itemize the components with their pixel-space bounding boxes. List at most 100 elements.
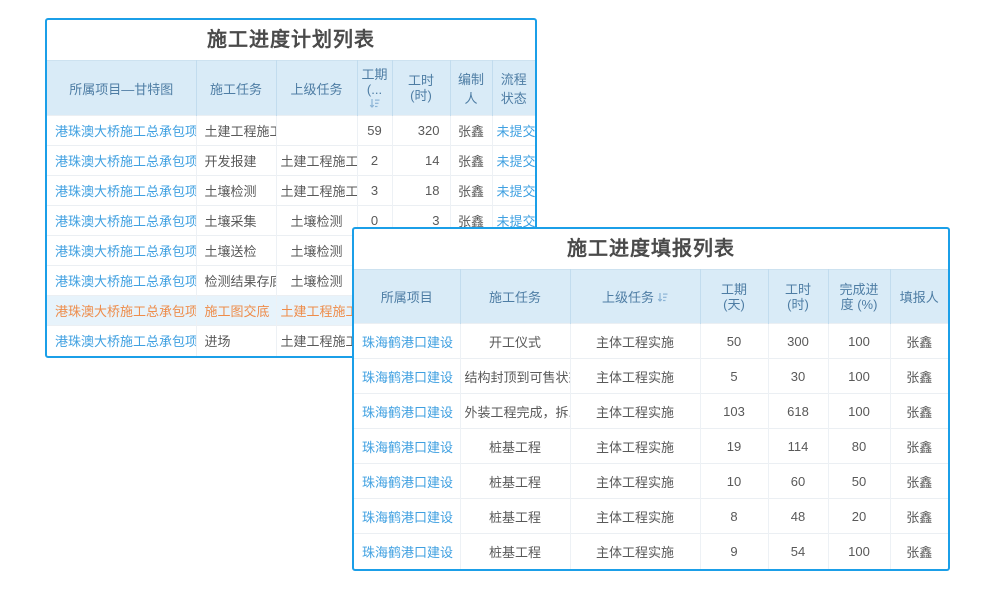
col-parent-task[interactable]: 上级任务 xyxy=(570,270,700,324)
cell-progress: 100 xyxy=(828,359,890,394)
cell-duration: 19 xyxy=(700,429,768,464)
cell-reporter: 张鑫 xyxy=(890,394,948,429)
cell-task: 开工仪式 xyxy=(460,324,570,359)
status-link[interactable]: 未提交 xyxy=(497,154,536,169)
report-list-title: 施工进度填报列表 xyxy=(354,229,948,269)
report-list-panel: 施工进度填报列表 所属项目 施工任务 上级任务 工期 (天) 工时 (时) xyxy=(352,227,950,571)
col-duration[interactable]: 工期 (... xyxy=(357,61,392,116)
cell-task: 桩基工程 xyxy=(460,534,570,569)
cell-hours: 18 xyxy=(392,176,450,206)
project-link[interactable]: 港珠澳大桥施工总承包项目 xyxy=(55,334,196,349)
cell-task: 检测结果存底 xyxy=(196,266,276,296)
col-hours: 工时 (时) xyxy=(768,270,828,324)
project-link[interactable]: 珠海鹤港口建设 xyxy=(362,405,453,420)
cell-compiler: 张鑫 xyxy=(450,146,492,176)
table-row: 珠海鹤港口建设 桩基工程 主体工程实施 9 54 100 张鑫 xyxy=(354,534,948,569)
cell-parent: 土建工程施工 xyxy=(276,176,357,206)
cell-project: 珠海鹤港口建设 xyxy=(354,499,460,534)
project-link[interactable]: 珠海鹤港口建设 xyxy=(362,335,453,350)
cell-duration: 50 xyxy=(700,324,768,359)
cell-parent: 土壤检测 xyxy=(276,236,357,266)
cell-hours: 114 xyxy=(768,429,828,464)
col-hours: 工时 (时) xyxy=(392,61,450,116)
project-link[interactable]: 港珠澳大桥施工总承包项目 xyxy=(55,214,196,229)
cell-task: 结构封顶到可售状态 xyxy=(460,359,570,394)
col-duration-label: 工期 xyxy=(361,67,389,82)
table-row: 珠海鹤港口建设 桩基工程 主体工程实施 10 60 50 张鑫 xyxy=(354,464,948,499)
col-task: 施工任务 xyxy=(196,61,276,116)
cell-duration: 10 xyxy=(700,464,768,499)
table-row: 珠海鹤港口建设 外装工程完成，拆... 主体工程实施 103 618 100 张… xyxy=(354,394,948,429)
cell-status: 未提交 xyxy=(492,176,535,206)
cell-reporter: 张鑫 xyxy=(890,324,948,359)
sort-icon[interactable] xyxy=(361,98,389,110)
project-link[interactable]: 珠海鹤港口建设 xyxy=(362,545,453,560)
cell-project: 港珠澳大桥施工总承包项目 xyxy=(47,266,196,296)
project-link[interactable]: 港珠澳大桥施工总承包项目 xyxy=(55,244,196,259)
cell-project: 珠海鹤港口建设 xyxy=(354,324,460,359)
cell-progress: 100 xyxy=(828,324,890,359)
col-reporter: 填报人 xyxy=(890,270,948,324)
col-parent-task: 上级任务 xyxy=(276,61,357,116)
project-link[interactable]: 港珠澳大桥施工总承包项目 xyxy=(55,154,196,169)
cell-parent: 主体工程实施 xyxy=(570,359,700,394)
project-link[interactable]: 珠海鹤港口建设 xyxy=(362,440,453,455)
cell-task: 土建工程施工 xyxy=(196,116,276,146)
col-duration: 工期 (天) xyxy=(700,270,768,324)
cell-task: 施工图交底 xyxy=(196,296,276,326)
cell-reporter: 张鑫 xyxy=(890,429,948,464)
cell-project: 港珠澳大桥施工总承包项目 xyxy=(47,176,196,206)
cell-duration: 59 xyxy=(357,116,392,146)
col-hours-label: 工时 xyxy=(772,282,825,297)
cell-status: 未提交 xyxy=(492,116,535,146)
cell-task: 桩基工程 xyxy=(460,429,570,464)
project-link[interactable]: 港珠澳大桥施工总承包项目 xyxy=(55,184,196,199)
table-row: 珠海鹤港口建设 桩基工程 主体工程实施 19 114 80 张鑫 xyxy=(354,429,948,464)
cell-parent: 主体工程实施 xyxy=(570,324,700,359)
project-link[interactable]: 珠海鹤港口建设 xyxy=(362,510,453,525)
project-link[interactable]: 港珠澳大桥施工总承包项目 xyxy=(55,304,196,319)
cell-duration: 9 xyxy=(700,534,768,569)
cell-project: 港珠澳大桥施工总承包项目 xyxy=(47,236,196,266)
cell-hours: 60 xyxy=(768,464,828,499)
col-parent-label: 上级任务 xyxy=(602,290,654,305)
cell-parent: 土建工程施工 xyxy=(276,326,357,356)
cell-parent: 主体工程实施 xyxy=(570,394,700,429)
cell-duration: 5 xyxy=(700,359,768,394)
status-link[interactable]: 未提交 xyxy=(497,124,536,139)
cell-hours: 54 xyxy=(768,534,828,569)
cell-progress: 80 xyxy=(828,429,890,464)
cell-task: 桩基工程 xyxy=(460,464,570,499)
cell-parent: 主体工程实施 xyxy=(570,534,700,569)
cell-parent: 土壤检测 xyxy=(276,266,357,296)
cell-project: 珠海鹤港口建设 xyxy=(354,429,460,464)
cell-project: 珠海鹤港口建设 xyxy=(354,464,460,499)
project-link[interactable]: 港珠澳大桥施工总承包项目 xyxy=(55,274,196,289)
cell-task: 土壤检测 xyxy=(196,176,276,206)
cell-parent: 土建工程施工 xyxy=(276,296,357,326)
cell-progress: 100 xyxy=(828,394,890,429)
col-status: 流程状态 xyxy=(492,61,535,116)
cell-progress: 100 xyxy=(828,534,890,569)
cell-project: 珠海鹤港口建设 xyxy=(354,359,460,394)
col-project: 所属项目 xyxy=(354,270,460,324)
status-link[interactable]: 未提交 xyxy=(497,184,536,199)
cell-duration: 2 xyxy=(357,146,392,176)
cell-hours: 14 xyxy=(392,146,450,176)
cell-project: 港珠澳大桥施工总承包项目 xyxy=(47,146,196,176)
cell-project: 珠海鹤港口建设 xyxy=(354,394,460,429)
sort-icon[interactable] xyxy=(657,291,668,306)
cell-parent: 土壤检测 xyxy=(276,206,357,236)
project-link[interactable]: 港珠澳大桥施工总承包项目 xyxy=(55,124,196,139)
cell-reporter: 张鑫 xyxy=(890,534,948,569)
project-link[interactable]: 珠海鹤港口建设 xyxy=(362,475,453,490)
col-progress: 完成进度 (%) xyxy=(828,270,890,324)
col-hours-unit: (时) xyxy=(396,88,447,103)
cell-status: 未提交 xyxy=(492,146,535,176)
col-task: 施工任务 xyxy=(460,270,570,324)
cell-parent: 主体工程实施 xyxy=(570,464,700,499)
cell-project: 港珠澳大桥施工总承包项目 xyxy=(47,206,196,236)
project-link[interactable]: 珠海鹤港口建设 xyxy=(362,370,453,385)
cell-project: 港珠澳大桥施工总承包项目 xyxy=(47,326,196,356)
cell-hours: 300 xyxy=(768,324,828,359)
